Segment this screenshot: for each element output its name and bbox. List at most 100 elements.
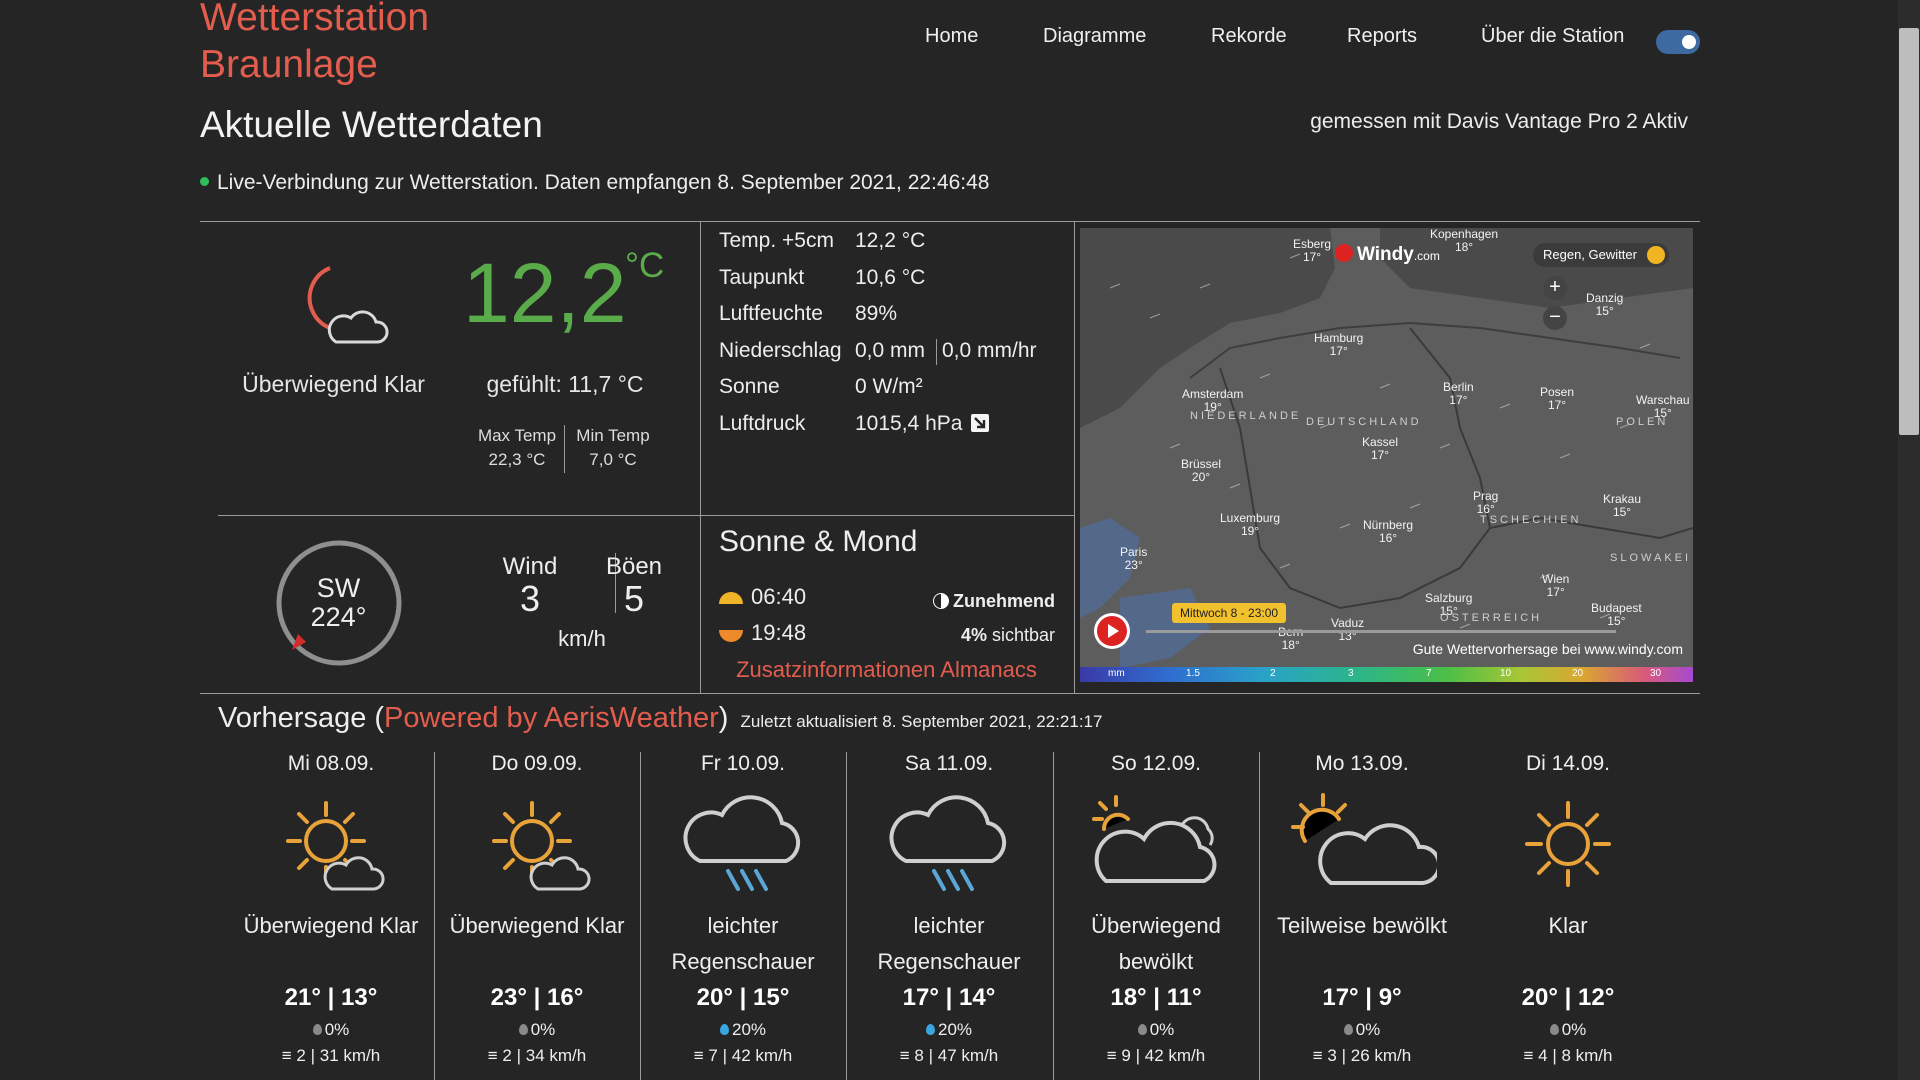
partly-cloudy-icon [1264,784,1460,904]
forecast-heading: Vorhersage (Powered by AerisWeather) Zul… [218,702,1103,734]
forecast-updated: Zuletzt aktualisiert 8. September 2021, … [740,712,1103,731]
wind-speed: 3 [519,578,541,619]
forecast-divider-1 [434,752,435,1080]
map-city-paris: Paris 23° [1120,545,1148,572]
map-country-tschechien: TSCHECHIEN [1480,514,1582,526]
station-note: gemessen mit Davis Vantage Pro 2 Aktiv [1310,110,1688,133]
map-layer-badge[interactable]: Regen, Gewitter [1533,243,1669,267]
sunrise-time: 06:40 [751,584,807,609]
map-timeline-label: Mittwoch 8 - 23:00 [1172,603,1287,623]
windy-logo[interactable]: Windy.com [1335,244,1440,266]
map-play-button[interactable] [1094,613,1130,649]
map-zoom-in-button[interactable]: + [1543,276,1567,300]
sunset-icon [719,630,743,642]
sunrise-icon [719,592,743,604]
forecast-day: So 12.09. Überwiegend bewölkt 18° | 11° 0… [1058,752,1254,1066]
forecast-divider-2 [640,752,641,1080]
map-city-berlin: Berlin 17° [1443,380,1474,407]
nav-rekorde[interactable]: Rekorde [1211,25,1287,48]
scrollbar-thumb[interactable] [1899,28,1919,435]
min-temp-value: 7,0 °C [589,450,637,469]
nav-reports[interactable]: Reports [1347,25,1417,48]
aerisweather-link[interactable]: Powered by AerisWeather [384,702,719,734]
moon-cloud-icon [307,266,389,344]
forecast-divider-5 [1259,752,1260,1080]
live-status: Live-Verbindung zur Wetterstation. Daten… [200,171,989,195]
forecast-temps: 21° | 13° [284,984,378,1011]
nav-ueber-die-station[interactable]: Über die Station [1481,25,1624,48]
forecast-date: Fr 10.09. [700,752,786,775]
map-city-budapest: Budapest 15° [1591,601,1642,628]
wind-icon: ≡ [693,1046,709,1065]
site-title[interactable]: Wetterstation Braunlage [200,0,429,88]
map-country-deutschland: DEUTSCHLAND [1306,416,1422,428]
map-country-oesterreich: ÖSTERREICH [1440,612,1543,624]
forecast-wind: ≡ 7 | 42 km/h [693,1046,793,1065]
max-temp: Max Temp 22,3 °C [467,424,567,472]
forecast-wind: ≡ 3 | 26 km/h [1312,1046,1412,1065]
theme-toggle[interactable] [1656,30,1700,54]
forecast-condition: leichter Regenschauer [671,913,815,974]
map-credit-link[interactable]: Gute Wettervorhersage bei www.windy.com [1413,641,1683,657]
play-icon [1097,616,1127,646]
forecast-condition: Überwiegend bewölkt [1091,913,1221,974]
forecast-date: Sa 11.09. [904,752,994,775]
windy-map[interactable]: Esberg 17° Kopenhagen 18° Danzig 15° Hambur… [1080,228,1693,682]
raindrop-icon [518,1024,528,1036]
sun-cloud-icon [439,784,635,904]
nav-home[interactable]: Home [925,25,978,48]
map-city-prag: Prag 16° [1473,489,1499,516]
forecast-condition: leichter Regenschauer [877,913,1021,974]
row-value-temp5cm: 12,2 °C [855,229,926,252]
divider-v2 [1074,221,1075,694]
map-city-kassel: Kassel 17° [1362,435,1399,462]
map-zoom-out-button[interactable]: − [1543,306,1567,330]
map-layer-label: Regen, Gewitter [1543,247,1637,262]
map-timeline-track[interactable] [1146,630,1616,633]
page-heading: Aktuelle Wetterdaten [200,104,543,145]
mostly-cloudy-icon [1058,784,1254,904]
forecast-date: Do 09.09. [491,752,583,775]
forecast-condition: Überwiegend Klar [243,913,419,938]
map-city-wien: Wien 17° [1542,572,1570,599]
temperature-unit: °C [625,246,665,285]
map-country-niederlande: NIEDERLANDE [1190,410,1302,422]
forecast-rain: 0% [1058,1020,1254,1040]
forecast-wind: ≡ 9 | 42 km/h [1106,1046,1206,1065]
wind-icon: ≡ [1312,1046,1328,1065]
divider-v1 [700,221,701,694]
row-value-taupunkt: 10,6 °C [855,266,926,289]
moon-visibility-pct: 4% [960,625,987,645]
min-temp-label: Min Temp [576,426,650,445]
wind-direction-label: SW [316,573,361,603]
wind-direction-degrees: 224° [310,602,367,632]
forecast-condition: Teilweise bewölkt [1277,913,1447,938]
sun-cloud-icon [233,784,429,904]
row-label-taupunkt: Taupunkt [719,266,805,289]
wind-icon: ≡ [487,1046,503,1065]
forecast-temps: 17° | 9° [1322,984,1402,1011]
wind-icon: ≡ [1523,1046,1539,1065]
row-label-niederschlag: Niederschlag [719,339,842,362]
rain-value-divider [936,339,937,365]
moon-phase-icon [933,593,949,609]
nav-diagramme[interactable]: Diagramme [1043,25,1146,48]
wind-icon: ≡ [1106,1046,1122,1065]
forecast-temps: 17° | 14° [902,984,996,1011]
almanac-link[interactable]: Zusatzinformationen Almanacs [719,657,1054,683]
map-city-bruessel: Brüssel 20° [1181,457,1222,484]
site-title-line1: Wetterstation [200,0,430,39]
divider-bottom [200,693,1700,694]
raindrop-icon [1137,1024,1147,1036]
row-value-niederschlag: 0,0 mm [855,339,926,362]
forecast-day: Mi 08.09. Überwiegend Klar 21° | 13° 0% … [233,752,429,1066]
forecast-temps: 20° | 12° [1521,984,1615,1011]
divider-mid [218,515,1074,516]
divider-top [200,221,1700,222]
felt-temperature: gefühlt: 11,7 °C [486,371,644,397]
wind-icon: ≡ [281,1046,297,1065]
forecast-day: Fr 10.09. leichter Regenschauer 20° | 15°… [645,752,841,1066]
forecast-date: Di 14.09. [1525,752,1611,775]
forecast-day: Di 14.09. Klar 20° | 12° 0% ≡ 4 | 8 km/h [1470,752,1666,1066]
live-dot-icon [200,176,209,186]
